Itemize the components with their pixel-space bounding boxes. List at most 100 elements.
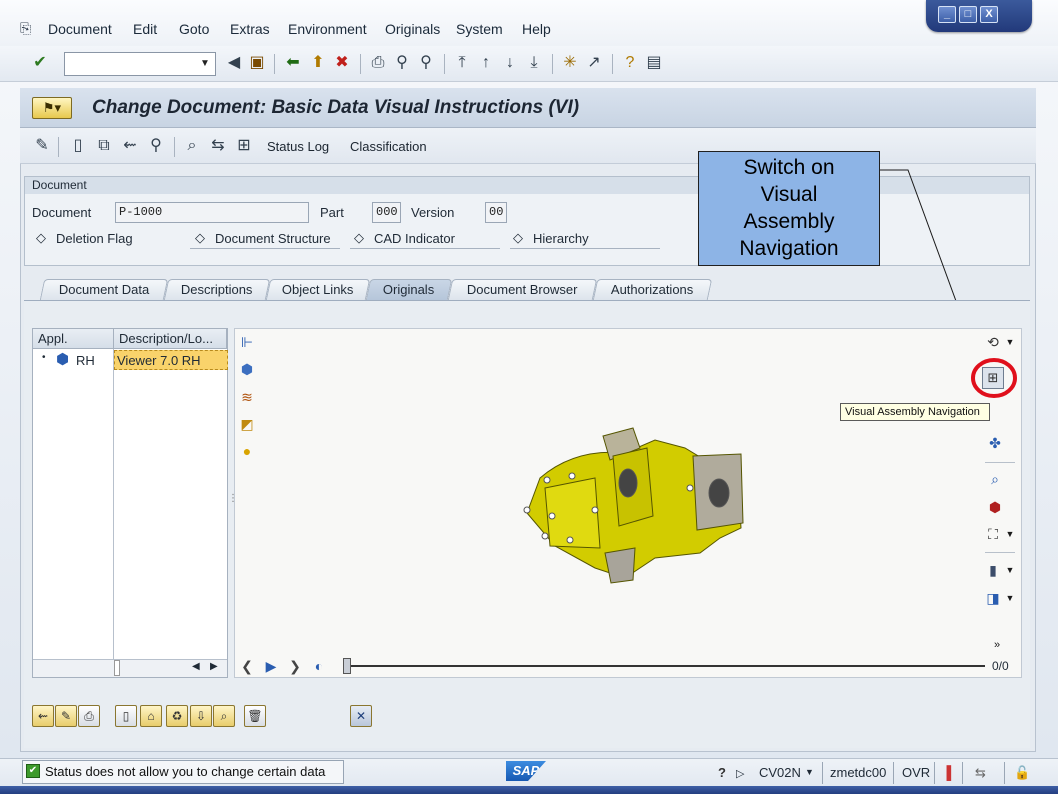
next-page-icon[interactable]: ↓: [500, 53, 520, 73]
structure-tree-icon[interactable]: ⊩: [238, 333, 256, 351]
expand-status-icon[interactable]: ▷: [736, 767, 744, 780]
check-out-icon[interactable]: ⇩: [190, 705, 212, 727]
scroll-left-icon[interactable]: ◀: [192, 661, 200, 672]
menu-document[interactable]: Document: [48, 21, 112, 37]
binoculars-icon[interactable]: ⚲: [146, 136, 166, 156]
insert-mode[interactable]: OVR: [902, 765, 930, 780]
chevron-down-icon[interactable]: ▼: [1004, 561, 1016, 579]
document-number-field[interactable]: P-1000: [115, 202, 309, 223]
display-icon[interactable]: ⇜: [32, 705, 54, 727]
menu-system[interactable]: System: [456, 21, 503, 37]
chevron-down-icon[interactable]: ▼: [1004, 525, 1016, 543]
tab-descriptions[interactable]: Descriptions: [163, 279, 271, 300]
status-log-button[interactable]: Status Log: [267, 139, 329, 154]
cancel-icon[interactable]: ✖: [332, 53, 352, 73]
column-header-appl[interactable]: Appl.: [33, 329, 114, 349]
new-file-icon[interactable]: ▯: [115, 705, 137, 727]
where-used-icon[interactable]: ⇜: [120, 136, 140, 156]
expand-more-icon[interactable]: »: [990, 636, 1004, 654]
close-button[interactable]: X: [980, 6, 998, 23]
menu-originals[interactable]: Originals: [385, 21, 440, 37]
navigate-icon[interactable]: ⇆: [208, 136, 228, 156]
diamond-icon: ◇: [354, 230, 364, 245]
tab-object-links[interactable]: Object Links: [265, 279, 371, 300]
menu-extras[interactable]: Extras: [230, 21, 270, 37]
first-page-icon[interactable]: ⤒: [452, 53, 472, 73]
last-page-icon[interactable]: ⤓: [524, 53, 544, 73]
previous-page-icon[interactable]: ↑: [476, 53, 496, 73]
hierarchy-icon[interactable]: ⊞: [234, 136, 254, 156]
help-icon[interactable]: ?: [620, 53, 640, 73]
assembly-icon[interactable]: ✤: [986, 434, 1004, 452]
classification-button[interactable]: Classification: [350, 139, 427, 154]
edit-pencil-icon[interactable]: ✎: [55, 705, 77, 727]
column-header-description[interactable]: Description/Lo...: [114, 329, 227, 349]
enter-check-icon[interactable]: ✔: [30, 53, 50, 73]
animation-slider-track[interactable]: [345, 665, 985, 667]
previous-step-icon[interactable]: ❮: [238, 657, 256, 675]
minimize-button[interactable]: _: [938, 6, 956, 23]
tab-document-data[interactable]: Document Data: [39, 279, 169, 300]
copy-icon[interactable]: ⧉: [94, 136, 114, 156]
exit-icon[interactable]: ⬆: [308, 53, 328, 73]
zoom-page-icon[interactable]: ⌕: [986, 470, 1004, 488]
print-icon[interactable]: ⎙: [368, 53, 388, 73]
view-cube-icon[interactable]: ◨: [984, 589, 1002, 607]
display-original-icon[interactable]: ⌕: [182, 136, 202, 156]
layout-menu-icon[interactable]: ▤: [644, 53, 664, 73]
animation-slider-knob[interactable]: [343, 658, 351, 674]
layers-icon[interactable]: ≋: [238, 388, 256, 406]
status-message[interactable]: Status does not allow you to change cert…: [22, 760, 344, 784]
menu-help[interactable]: Help: [522, 21, 551, 37]
chevron-down-icon[interactable]: ▼: [805, 767, 814, 777]
zoom-original-icon[interactable]: ⌕: [213, 705, 235, 727]
tree-row-appl[interactable]: RH: [76, 353, 95, 368]
chevron-down-icon[interactable]: ▼: [1004, 589, 1016, 607]
scroll-thumb[interactable]: [114, 660, 120, 676]
tab-originals[interactable]: Originals: [365, 279, 453, 300]
comment-icon[interactable]: ●: [238, 442, 256, 460]
print-icon[interactable]: ⎙: [78, 705, 100, 727]
system-menu-icon[interactable]: ⎘: [20, 20, 36, 36]
play-icon[interactable]: ▶: [262, 657, 280, 675]
find-icon[interactable]: ⚲: [392, 53, 412, 73]
delete-trash-icon[interactable]: 🗑: [244, 705, 266, 727]
originals-tree[interactable]: [32, 328, 228, 678]
display-change-icon[interactable]: ✎: [32, 136, 52, 156]
rotate-icon[interactable]: ⟲: [984, 333, 1002, 351]
notes-icon[interactable]: ◩: [238, 415, 256, 433]
new-document-icon[interactable]: ▯: [68, 136, 88, 156]
tree-row-description[interactable]: Viewer 7.0 RH: [117, 353, 201, 368]
find-next-icon[interactable]: ⚲: [416, 53, 436, 73]
scroll-right-icon[interactable]: ▶: [210, 661, 218, 672]
new-session-icon[interactable]: ✳: [560, 53, 580, 73]
menu-edit[interactable]: Edit: [133, 21, 157, 37]
open-folder-icon[interactable]: ⌂: [140, 705, 162, 727]
camera-icon[interactable]: ▮: [984, 561, 1002, 579]
menu-goto[interactable]: Goto: [179, 21, 209, 37]
close-viewer-icon[interactable]: ✕: [350, 705, 372, 727]
part-color-icon[interactable]: ⬢: [986, 498, 1004, 516]
transaction-code[interactable]: CV02N: [759, 765, 801, 780]
screen-menu-icon[interactable]: ⚑▾: [32, 97, 72, 119]
chevron-down-icon[interactable]: ▼: [1004, 333, 1016, 351]
fit-view-icon[interactable]: ⛶: [984, 525, 1002, 543]
menu-environment[interactable]: Environment: [288, 21, 367, 37]
back-icon[interactable]: ⬅: [283, 53, 303, 73]
shortcut-icon[interactable]: ↗: [584, 53, 604, 73]
save-icon[interactable]: ▣: [247, 53, 267, 73]
version-field[interactable]: 00: [485, 202, 507, 223]
splitter-handle[interactable]: ⋮: [228, 490, 238, 508]
part-field[interactable]: 000: [372, 202, 401, 223]
tab-document-browser[interactable]: Document Browser: [447, 279, 598, 300]
lock-icon[interactable]: 🔓: [1014, 765, 1030, 781]
cube-icon[interactable]: ⬢: [238, 360, 256, 378]
animation-settings-icon[interactable]: ◐: [310, 657, 328, 675]
chevron-down-icon[interactable]: ▼: [196, 53, 214, 75]
command-field[interactable]: [64, 52, 216, 76]
tab-authorizations[interactable]: Authorizations: [592, 279, 713, 300]
check-in-icon[interactable]: ♻: [166, 705, 188, 727]
next-step-icon[interactable]: ❯: [286, 657, 304, 675]
back-arrow-icon[interactable]: ◀: [224, 53, 244, 73]
maximize-button[interactable]: □: [959, 6, 977, 23]
